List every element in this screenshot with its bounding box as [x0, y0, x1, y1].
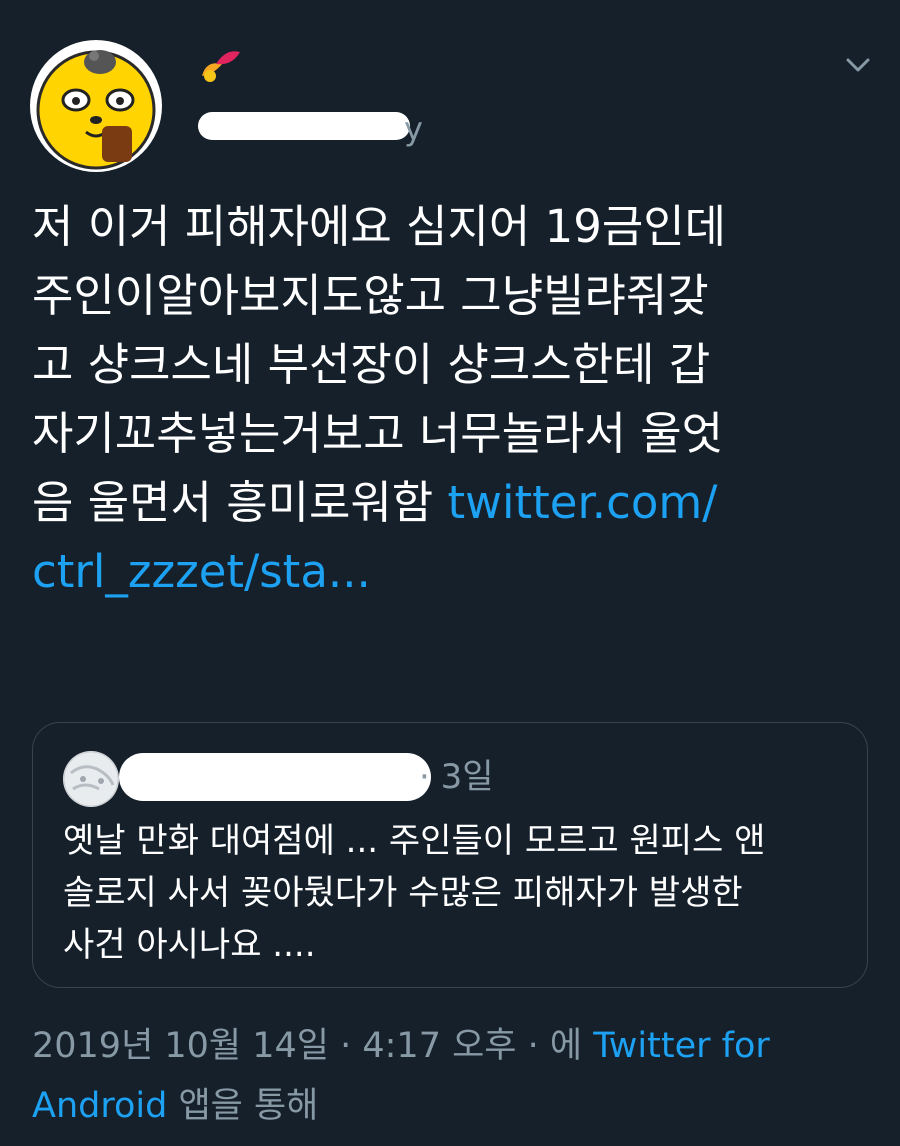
- tweet-link[interactable]: twitter.com/: [448, 476, 718, 529]
- quoted-tweet[interactable]: · 3일 옛날 만화 대여점에 ... 주인들이 모르고 원피스 앤 솔로지 사…: [32, 722, 868, 988]
- redacted-username: [198, 112, 410, 140]
- quoted-avatar: [63, 751, 119, 807]
- quoted-text: 옛날 만화 대여점에 ... 주인들이 모르고 원피스 앤 솔로지 사서 꽂아뒀…: [63, 821, 766, 965]
- chevron-down-icon[interactable]: [842, 54, 874, 78]
- tweet-line: 저 이거 피해자에요 심지어 19금인데: [32, 200, 727, 253]
- tweet-text: 저 이거 피해자에요 심지어 19금인데 주인이알아보지도않고 그냥빌랴줘갖 고…: [32, 192, 872, 606]
- tweet-date: 2019년 10월 14일 · 4:17 오후 · 에: [32, 1026, 594, 1066]
- redacted-quoted-username: [119, 753, 431, 801]
- quoted-time: · 3일: [419, 757, 494, 797]
- source-link-continued[interactable]: Android: [32, 1086, 167, 1126]
- source-suffix: 앱을 통해: [167, 1086, 319, 1126]
- tweet-line: 음 울면서 흥미로워함: [32, 476, 448, 529]
- tweet-line: 자기꼬추넣는거보고 너무놀라서 울엇: [32, 407, 724, 460]
- cartoon-character-icon: [36, 50, 156, 170]
- tweet-line: 주인이알아보지도않고 그냥빌랴줘갖: [32, 269, 709, 322]
- tweet-link-continued[interactable]: ctrl_zzzet/sta...: [32, 545, 371, 598]
- author-avatar[interactable]: [30, 40, 162, 172]
- source-link[interactable]: Twitter for: [593, 1026, 770, 1066]
- tweet-meta: 2019년 10월 14일 · 4:17 오후 · 에 Twitter for A…: [32, 1016, 872, 1136]
- tweet-line: 고 샹크스네 부선장이 샹크스한테 갑: [32, 338, 711, 391]
- handle-fragment: y: [404, 110, 423, 148]
- emoji-icon: [196, 46, 242, 86]
